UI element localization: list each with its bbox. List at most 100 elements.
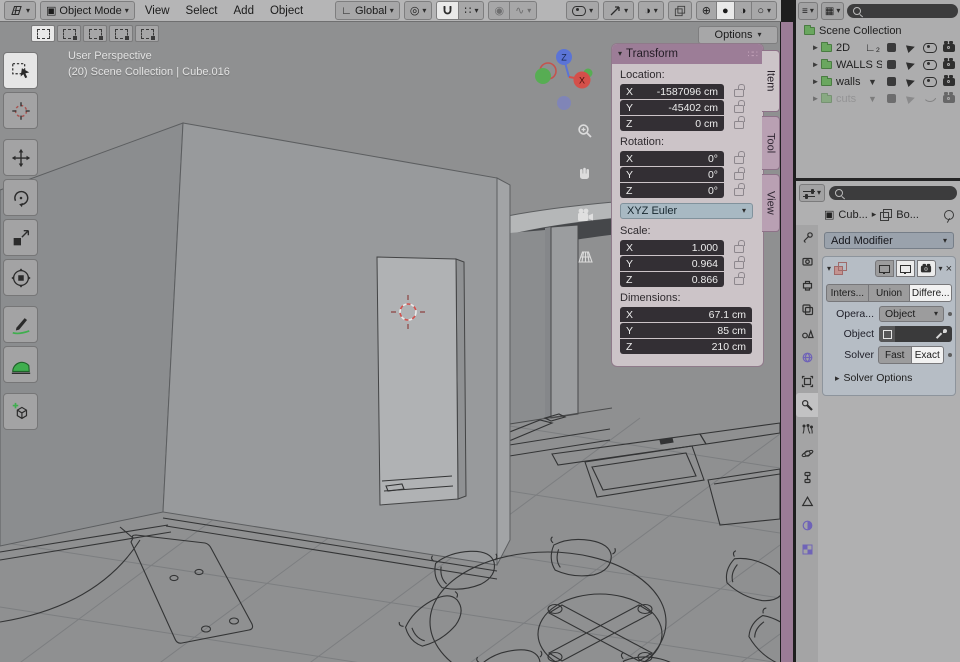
pivot-point-dropdown[interactable]: ◎ ▾ <box>404 1 433 20</box>
tab-world-properties[interactable] <box>796 345 818 369</box>
shading-wireframe-button[interactable]: ⊕ <box>696 1 717 20</box>
outliner-row-cuts[interactable]: ► cuts ▼ <box>796 90 960 107</box>
tab-object-data-properties[interactable] <box>796 489 818 513</box>
menu-select[interactable]: Select <box>180 5 224 17</box>
checkbox-icon[interactable] <box>887 77 896 86</box>
tab-object-properties[interactable] <box>796 369 818 393</box>
eye-icon[interactable] <box>923 77 937 87</box>
render-camera-icon[interactable] <box>943 61 955 69</box>
operation-union-button[interactable]: Union <box>868 284 911 302</box>
disclosure-icon[interactable]: ► <box>810 43 821 52</box>
selectable-icon[interactable] <box>905 93 915 103</box>
lock-icon[interactable] <box>734 105 744 113</box>
eye-closed-icon[interactable] <box>923 95 937 102</box>
solver-exact-button[interactable]: Exact <box>911 346 945 364</box>
orientation-dropdown[interactable]: ∟ Global ▾ <box>335 1 400 20</box>
display-render-toggle[interactable] <box>917 260 936 277</box>
tab-item[interactable]: Item <box>762 50 780 112</box>
selectable-icon[interactable] <box>905 59 915 69</box>
display-realtime-toggle[interactable] <box>896 260 915 277</box>
collapse-chevron-icon[interactable]: ▾ <box>827 265 831 273</box>
close-icon[interactable]: × <box>946 263 952 275</box>
eye-icon[interactable] <box>923 43 937 53</box>
operation-difference-button[interactable]: Differe... <box>909 284 952 302</box>
shading-solid-button[interactable]: ● <box>716 1 735 20</box>
3d-viewport[interactable]: User Perspective (20) Scene Collection |… <box>0 22 780 662</box>
scale-z-field[interactable]: Z0.866 <box>620 272 724 287</box>
select-subtract-button[interactable] <box>83 25 107 42</box>
orthographic-grid-button[interactable] <box>576 248 594 266</box>
scale-x-field[interactable]: X1.000 <box>620 240 724 255</box>
checkbox-icon[interactable] <box>887 43 896 52</box>
add-modifier-dropdown[interactable]: Add Modifier ▾ <box>824 232 954 249</box>
snap-toggle[interactable] <box>436 1 459 20</box>
outliner-display-mode-dropdown[interactable]: ≡ ▾ <box>798 2 818 20</box>
render-camera-icon[interactable] <box>943 95 955 103</box>
lock-icon[interactable] <box>734 245 744 253</box>
selectable-icon[interactable] <box>905 42 915 52</box>
outliner-row-scene-collection[interactable]: Scene Collection <box>796 22 960 39</box>
outliner-search-input[interactable] <box>847 4 958 18</box>
disclosure-icon[interactable]: ► <box>810 94 821 103</box>
pan-hand-button[interactable] <box>576 164 594 182</box>
mode-dropdown[interactable]: ▣ Object Mode ▾ <box>40 1 135 20</box>
visibility-dropdown[interactable]: ◑ ▾ <box>638 1 664 20</box>
rotation-mode-dropdown[interactable]: XYZ Euler ▾ <box>620 203 753 219</box>
measure-tool[interactable] <box>3 346 38 383</box>
solver-fast-button[interactable]: Fast <box>878 346 912 364</box>
shading-material-button[interactable]: ◑ <box>734 1 753 20</box>
rotate-tool[interactable] <box>3 179 38 216</box>
location-z-field[interactable]: Z0 cm <box>620 116 724 131</box>
snap-settings-dropdown[interactable]: ∷ ▾ <box>458 1 484 20</box>
navigation-gizmo[interactable]: Z X <box>528 40 608 118</box>
tab-tool[interactable]: Tool <box>762 116 780 170</box>
properties-editor-type-dropdown[interactable]: ▾ <box>799 184 825 202</box>
animate-dot-icon[interactable] <box>948 312 952 316</box>
lock-icon[interactable] <box>734 277 744 285</box>
outliner-row-walls-sta[interactable]: ► WALLS STA <box>796 56 960 73</box>
breadcrumb-modifier[interactable]: Bo... <box>896 209 919 221</box>
eyedropper-icon[interactable] <box>937 329 947 339</box>
lock-icon[interactable] <box>734 89 744 97</box>
dimensions-z-field[interactable]: Z210 cm <box>620 339 752 354</box>
select-extend-button[interactable] <box>57 25 81 42</box>
drag-grip-icon[interactable]: ∷∷ <box>748 49 757 60</box>
breadcrumb-object[interactable]: Cub... <box>838 209 867 221</box>
display-editmode-toggle[interactable] <box>875 260 894 277</box>
location-x-field[interactable]: X-1587096 cm <box>620 84 724 99</box>
tab-render-properties[interactable] <box>796 249 818 273</box>
menu-object[interactable]: Object <box>264 5 309 17</box>
tab-tool-properties[interactable] <box>796 225 818 249</box>
transform-panel-header[interactable]: ▾ Transform ∷∷ <box>612 44 763 64</box>
checkbox-icon[interactable] <box>887 60 896 69</box>
outliner-row-walls[interactable]: ► walls ▼ <box>796 73 960 90</box>
lock-icon[interactable] <box>734 261 744 269</box>
eye-icon[interactable] <box>923 60 937 70</box>
lock-icon[interactable] <box>734 156 744 164</box>
select-set-button[interactable] <box>31 25 55 42</box>
location-y-field[interactable]: Y-45402 cm <box>620 100 724 115</box>
overlays-dropdown[interactable]: ▾ <box>603 1 634 20</box>
show-gizmos-dropdown[interactable]: ▾ <box>566 1 599 20</box>
extras-chevron-icon[interactable]: ▾ <box>939 265 943 273</box>
disclosure-icon[interactable]: ► <box>810 77 821 86</box>
xray-toggle[interactable] <box>668 1 692 20</box>
zoom-button[interactable] <box>576 122 594 140</box>
lock-icon[interactable] <box>734 121 744 129</box>
menu-view[interactable]: View <box>139 5 176 17</box>
select-intersect-button[interactable] <box>135 25 159 42</box>
solver-options-expander[interactable]: ▸ Solver Options <box>823 364 955 384</box>
tab-modifier-properties[interactable] <box>796 393 818 417</box>
tab-physics-properties[interactable] <box>796 441 818 465</box>
scale-tool[interactable] <box>3 219 38 256</box>
options-dropdown[interactable]: Options ▾ <box>698 26 778 44</box>
dimensions-x-field[interactable]: X67.1 cm <box>620 307 752 322</box>
rotation-y-field[interactable]: Y0° <box>620 167 724 182</box>
outliner-filter-dropdown[interactable]: ▦ ▾ <box>821 2 844 20</box>
disclosure-icon[interactable]: ► <box>810 60 821 69</box>
tab-scene-properties[interactable] <box>796 321 818 345</box>
lock-icon[interactable] <box>734 172 744 180</box>
move-tool[interactable] <box>3 139 38 176</box>
tab-output-properties[interactable] <box>796 273 818 297</box>
outliner-row-2d[interactable]: ► 2D ∟₂ <box>796 39 960 56</box>
